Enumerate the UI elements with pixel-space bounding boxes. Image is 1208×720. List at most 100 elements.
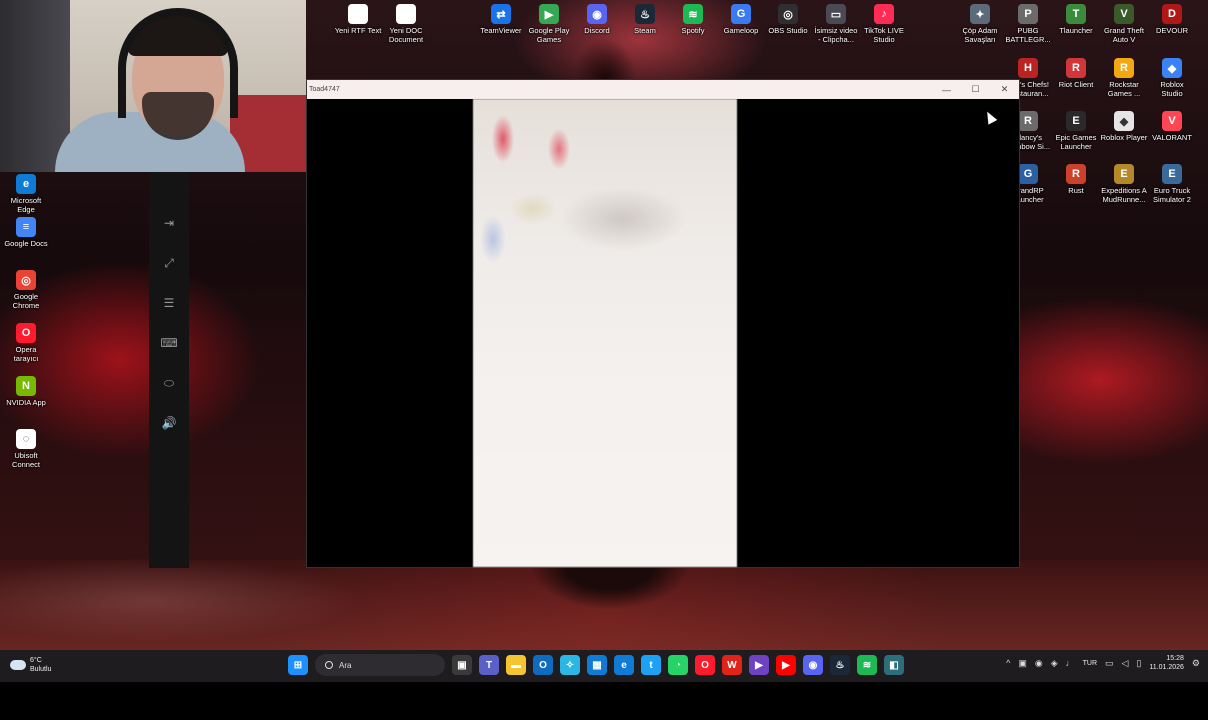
tray-app-icon[interactable]: ◈	[1051, 658, 1058, 669]
window-titlebar[interactable]: Toad4747 — ☐ ✕	[307, 80, 1019, 99]
maximize-button[interactable]: ☐	[961, 80, 990, 99]
opera-icon[interactable]: O	[695, 655, 715, 675]
webcam-headset	[118, 8, 238, 118]
wps-icon[interactable]: W	[722, 655, 742, 675]
desktop-icon[interactable]: ◎ Google Chrome	[0, 270, 52, 310]
steam-icon[interactable]: ♨	[830, 655, 850, 675]
desktop-icon[interactable]: R Rockstar Games ...	[1098, 58, 1150, 98]
desktop-icon-label: Google Docs	[4, 239, 48, 248]
desktop-icon-label: Yeni DOC Document	[388, 26, 424, 44]
app-icon: P	[1018, 4, 1038, 24]
language-indicator[interactable]: TUR	[1083, 660, 1097, 667]
whatsapp-icon[interactable]: ◔	[668, 655, 688, 675]
desktop-icon-label: İsimsiz video - Clipcha...	[814, 26, 858, 44]
desktop-icon[interactable]: Yeni RTF Text	[332, 4, 384, 35]
discord-icon[interactable]: ◉	[803, 655, 823, 675]
tray-overflow-icon[interactable]: ^	[1006, 658, 1010, 668]
desktop-icon[interactable]: V Grand Theft Auto V	[1098, 4, 1150, 44]
keyboard-icon[interactable]: ⌨	[149, 328, 189, 358]
desktop-icon-label: Steam	[634, 26, 656, 35]
microphone-icon[interactable]: ♩	[1066, 658, 1075, 668]
phone-screen-view[interactable]	[473, 99, 737, 567]
desktop-icon[interactable]: R Rust	[1050, 164, 1102, 195]
desktop-icon[interactable]: E Euro Truck Simulator 2	[1146, 164, 1198, 204]
desktop-icon[interactable]: e Microsoft Edge	[0, 174, 52, 214]
ms-store-icon[interactable]: ▦	[587, 655, 607, 675]
weather-desc: Bulutlu	[30, 666, 52, 673]
tag-icon[interactable]: ⬭	[149, 368, 189, 398]
file-explorer-icon[interactable]: ▬	[506, 655, 526, 675]
desktop-icon[interactable]: O Opera tarayıcı	[0, 323, 52, 363]
desktop-icon[interactable]: N NVIDIA App	[0, 376, 52, 407]
desktop-icon-label: Euro Truck Simulator 2	[1153, 186, 1191, 204]
app-icon: N	[16, 376, 36, 396]
volume-tray-icon[interactable]: ◁	[1122, 658, 1129, 669]
desktop-icon[interactable]: ◉ Discord	[571, 4, 623, 35]
desktop-icon[interactable]: ♨ Steam	[619, 4, 671, 35]
desktop-icon[interactable]: ◆ Roblox Studio	[1146, 58, 1198, 98]
desktop-icon[interactable]: P PUBG BATTLEGR...	[1002, 4, 1054, 44]
desktop-icon-label: Expeditions A MudRunne...	[1101, 186, 1147, 204]
desktop-icon[interactable]: G Gameloop	[715, 4, 767, 35]
fullscreen-icon[interactable]: ⤢	[149, 248, 189, 278]
exit-icon[interactable]: ⇥	[149, 208, 189, 238]
clock[interactable]: 15:28 11.01.2026	[1149, 654, 1184, 672]
desktop-icon[interactable]: ▶ Google Play Games	[523, 4, 575, 44]
desktop-icon[interactable]: ⇄ TeamViewer	[475, 4, 527, 35]
taskbar: 6°C Bulutlu ⊞ Ara ▣ T ▬ O ✧ ▦ e t ◔ O W ▶ ▶ ◉ ♨ ≋ ◧ ^ ▣ …	[0, 650, 1208, 682]
twitter-icon[interactable]: t	[641, 655, 661, 675]
desktop-icon[interactable]: ▭ İsimsiz video - Clipcha...	[810, 4, 862, 44]
copilot-icon[interactable]: ✧	[560, 655, 580, 675]
app-icon: E	[1066, 111, 1086, 131]
desktop-icon-label: Epic Games Launcher	[1055, 133, 1097, 151]
clock-date: 11.01.2026	[1149, 664, 1184, 671]
task-view-icon[interactable]: ▣	[452, 655, 472, 675]
desktop-icon[interactable]: ≡ Google Docs	[0, 217, 52, 248]
desktop-icon[interactable]: ≋ Spotify	[667, 4, 719, 35]
app-icon: D	[1162, 4, 1182, 24]
mirror-side-toolbar: ⇥ ⤢ ☰ ⌨ ⬭ 🔊	[149, 172, 189, 568]
desktop-icon[interactable]: E Expeditions A MudRunne...	[1098, 164, 1150, 204]
app-icon	[348, 4, 368, 24]
desktop-icon[interactable]: ✦ Çöp Adam Savaşları	[954, 4, 1006, 44]
battery-icon[interactable]: ▯	[1136, 658, 1141, 669]
clipchamp-icon[interactable]: ▶	[749, 655, 769, 675]
mirror-window[interactable]: Toad4747 — ☐ ✕	[306, 79, 1020, 568]
app-icon: V	[1162, 111, 1182, 131]
start-button[interactable]: ⊞	[288, 655, 308, 675]
teams-icon[interactable]: T	[479, 655, 499, 675]
desktop-icon[interactable]: E Epic Games Launcher	[1050, 111, 1102, 151]
weather-widget[interactable]: 6°C Bulutlu	[10, 656, 51, 674]
settings-sliders-icon[interactable]: ☰	[149, 288, 189, 318]
desktop-icon[interactable]: T Tlauncher	[1050, 4, 1102, 35]
desktop-icon[interactable]: ◎ OBS Studio	[762, 4, 814, 35]
scrcpy-icon[interactable]: ◧	[884, 655, 904, 675]
app-icon: O	[16, 323, 36, 343]
desktop-icon[interactable]: V VALORANT	[1146, 111, 1198, 142]
youtube-icon[interactable]: ▶	[776, 655, 796, 675]
minimize-button[interactable]: —	[932, 80, 961, 99]
desktop-icon[interactable]: D DEVOUR	[1146, 4, 1198, 35]
tray-app-icon[interactable]: ▣	[1018, 658, 1027, 669]
system-tray: ^ ▣ ◉ ◈ ♩ TUR ▭ ◁ ▯ 15:28 11.01.2026 ⚙	[1006, 654, 1200, 672]
app-icon: ♨	[635, 4, 655, 24]
desktop-icon[interactable]: ◌ Ubisoft Connect	[0, 429, 52, 469]
desktop-icon[interactable]: Yeni DOC Document	[380, 4, 432, 44]
volume-icon[interactable]: 🔊	[149, 408, 189, 438]
outlook-icon[interactable]: O	[533, 655, 553, 675]
notification-gear-icon[interactable]: ⚙	[1192, 658, 1200, 669]
edge-icon[interactable]: e	[614, 655, 634, 675]
tray-app-icon[interactable]: ◉	[1035, 658, 1043, 669]
app-icon: ♪	[874, 4, 894, 24]
desktop-icon[interactable]: ◆ Roblox Player	[1098, 111, 1150, 142]
app-icon: ≋	[683, 4, 703, 24]
desktop-icon[interactable]: ♪ TikTok LIVE Studio	[858, 4, 910, 44]
close-button[interactable]: ✕	[990, 80, 1019, 99]
network-icon[interactable]: ▭	[1105, 658, 1114, 669]
desktop-icon-label: Opera tarayıcı	[13, 345, 39, 363]
spotify-icon[interactable]: ≋	[857, 655, 877, 675]
search-input[interactable]: Ara	[315, 654, 445, 676]
desktop-icon-label: Roblox Studio	[1160, 80, 1184, 98]
desktop-icon[interactable]: R Riot Client	[1050, 58, 1102, 89]
app-icon: e	[16, 174, 36, 194]
